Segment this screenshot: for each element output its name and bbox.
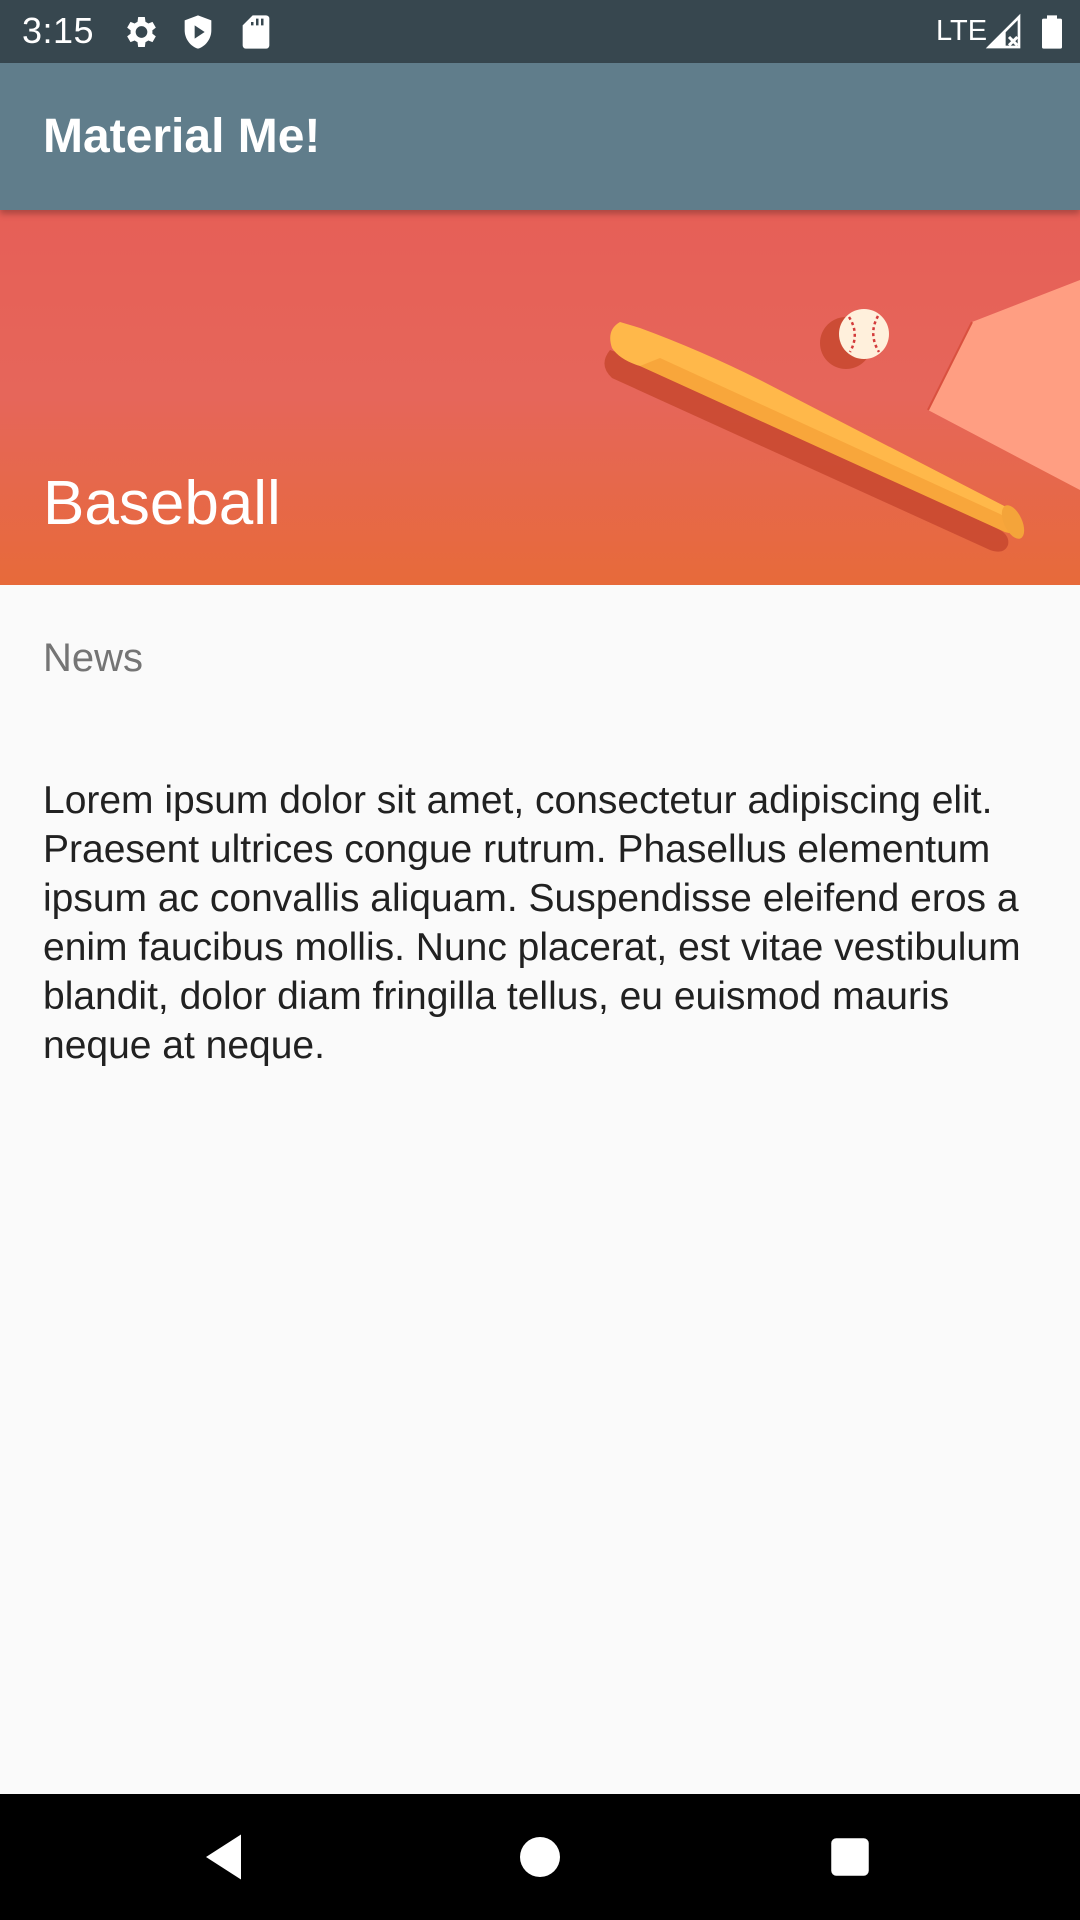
detail-subtitle: News xyxy=(43,636,144,680)
detail-body: Lorem ipsum dolor sit amet, consectetur … xyxy=(43,779,1021,1067)
back-icon[interactable] xyxy=(196,1827,256,1887)
navigation-bar xyxy=(0,1794,1080,1920)
network-type: LTE xyxy=(936,15,988,47)
battery-icon xyxy=(1032,12,1072,52)
app-bar: Material Me! xyxy=(0,63,1080,210)
settings-icon xyxy=(120,12,160,52)
home-icon[interactable] xyxy=(510,1827,570,1887)
recents-icon[interactable] xyxy=(820,1827,880,1887)
status-time: 3:15 xyxy=(22,10,95,51)
header-image: Baseball xyxy=(0,210,1080,585)
status-bar: 3:15 LTE xyxy=(0,0,1080,63)
sd-card-icon xyxy=(236,12,276,52)
app-title: Material Me! xyxy=(43,110,321,163)
detail-title: Baseball xyxy=(43,469,281,538)
signal-icon xyxy=(984,12,1024,52)
shield-icon xyxy=(178,12,218,52)
